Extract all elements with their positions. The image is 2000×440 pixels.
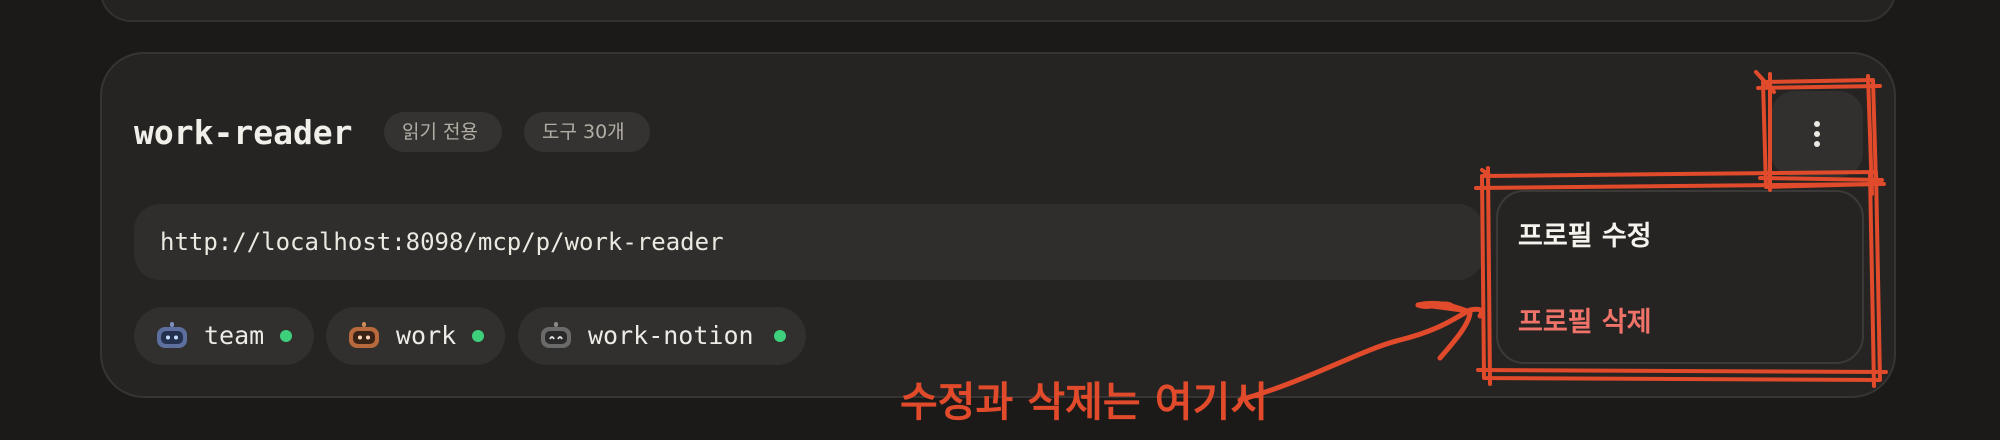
readonly-badge: 읽기 전용 xyxy=(384,112,502,152)
status-dot-active xyxy=(472,330,484,342)
profile-url[interactable]: http://localhost:8098/mcp/p/work-reader xyxy=(160,222,724,262)
tool-count-badge: 도구 30개 xyxy=(524,112,650,152)
robot-icon xyxy=(349,322,379,348)
status-dot-active xyxy=(280,330,292,342)
server-name: work-notion xyxy=(588,321,754,350)
profile-name: work-reader xyxy=(134,113,353,152)
server-chip-work-notion[interactable]: work-notion xyxy=(518,307,806,365)
more-vertical-icon xyxy=(1814,121,1820,147)
server-name: work xyxy=(396,321,457,350)
robot-icon xyxy=(157,322,187,348)
robot-icon xyxy=(541,322,571,348)
app-stage: work-reader 읽기 전용 도구 30개 http://localhos… xyxy=(0,0,2000,440)
server-chip-work[interactable]: work xyxy=(326,307,505,365)
server-chip-team[interactable]: team xyxy=(134,307,314,365)
annotation-text: 수정과 삭제는 여기서 xyxy=(900,378,1269,426)
delete-profile-menu-item[interactable]: 프로필 삭제 xyxy=(1518,296,1652,350)
server-name: team xyxy=(204,321,265,350)
previous-profile-card xyxy=(100,0,1896,22)
edit-profile-menu-item[interactable]: 프로필 수정 xyxy=(1518,210,1652,264)
status-dot-active xyxy=(774,330,786,342)
profile-menu-button[interactable] xyxy=(1771,91,1863,177)
